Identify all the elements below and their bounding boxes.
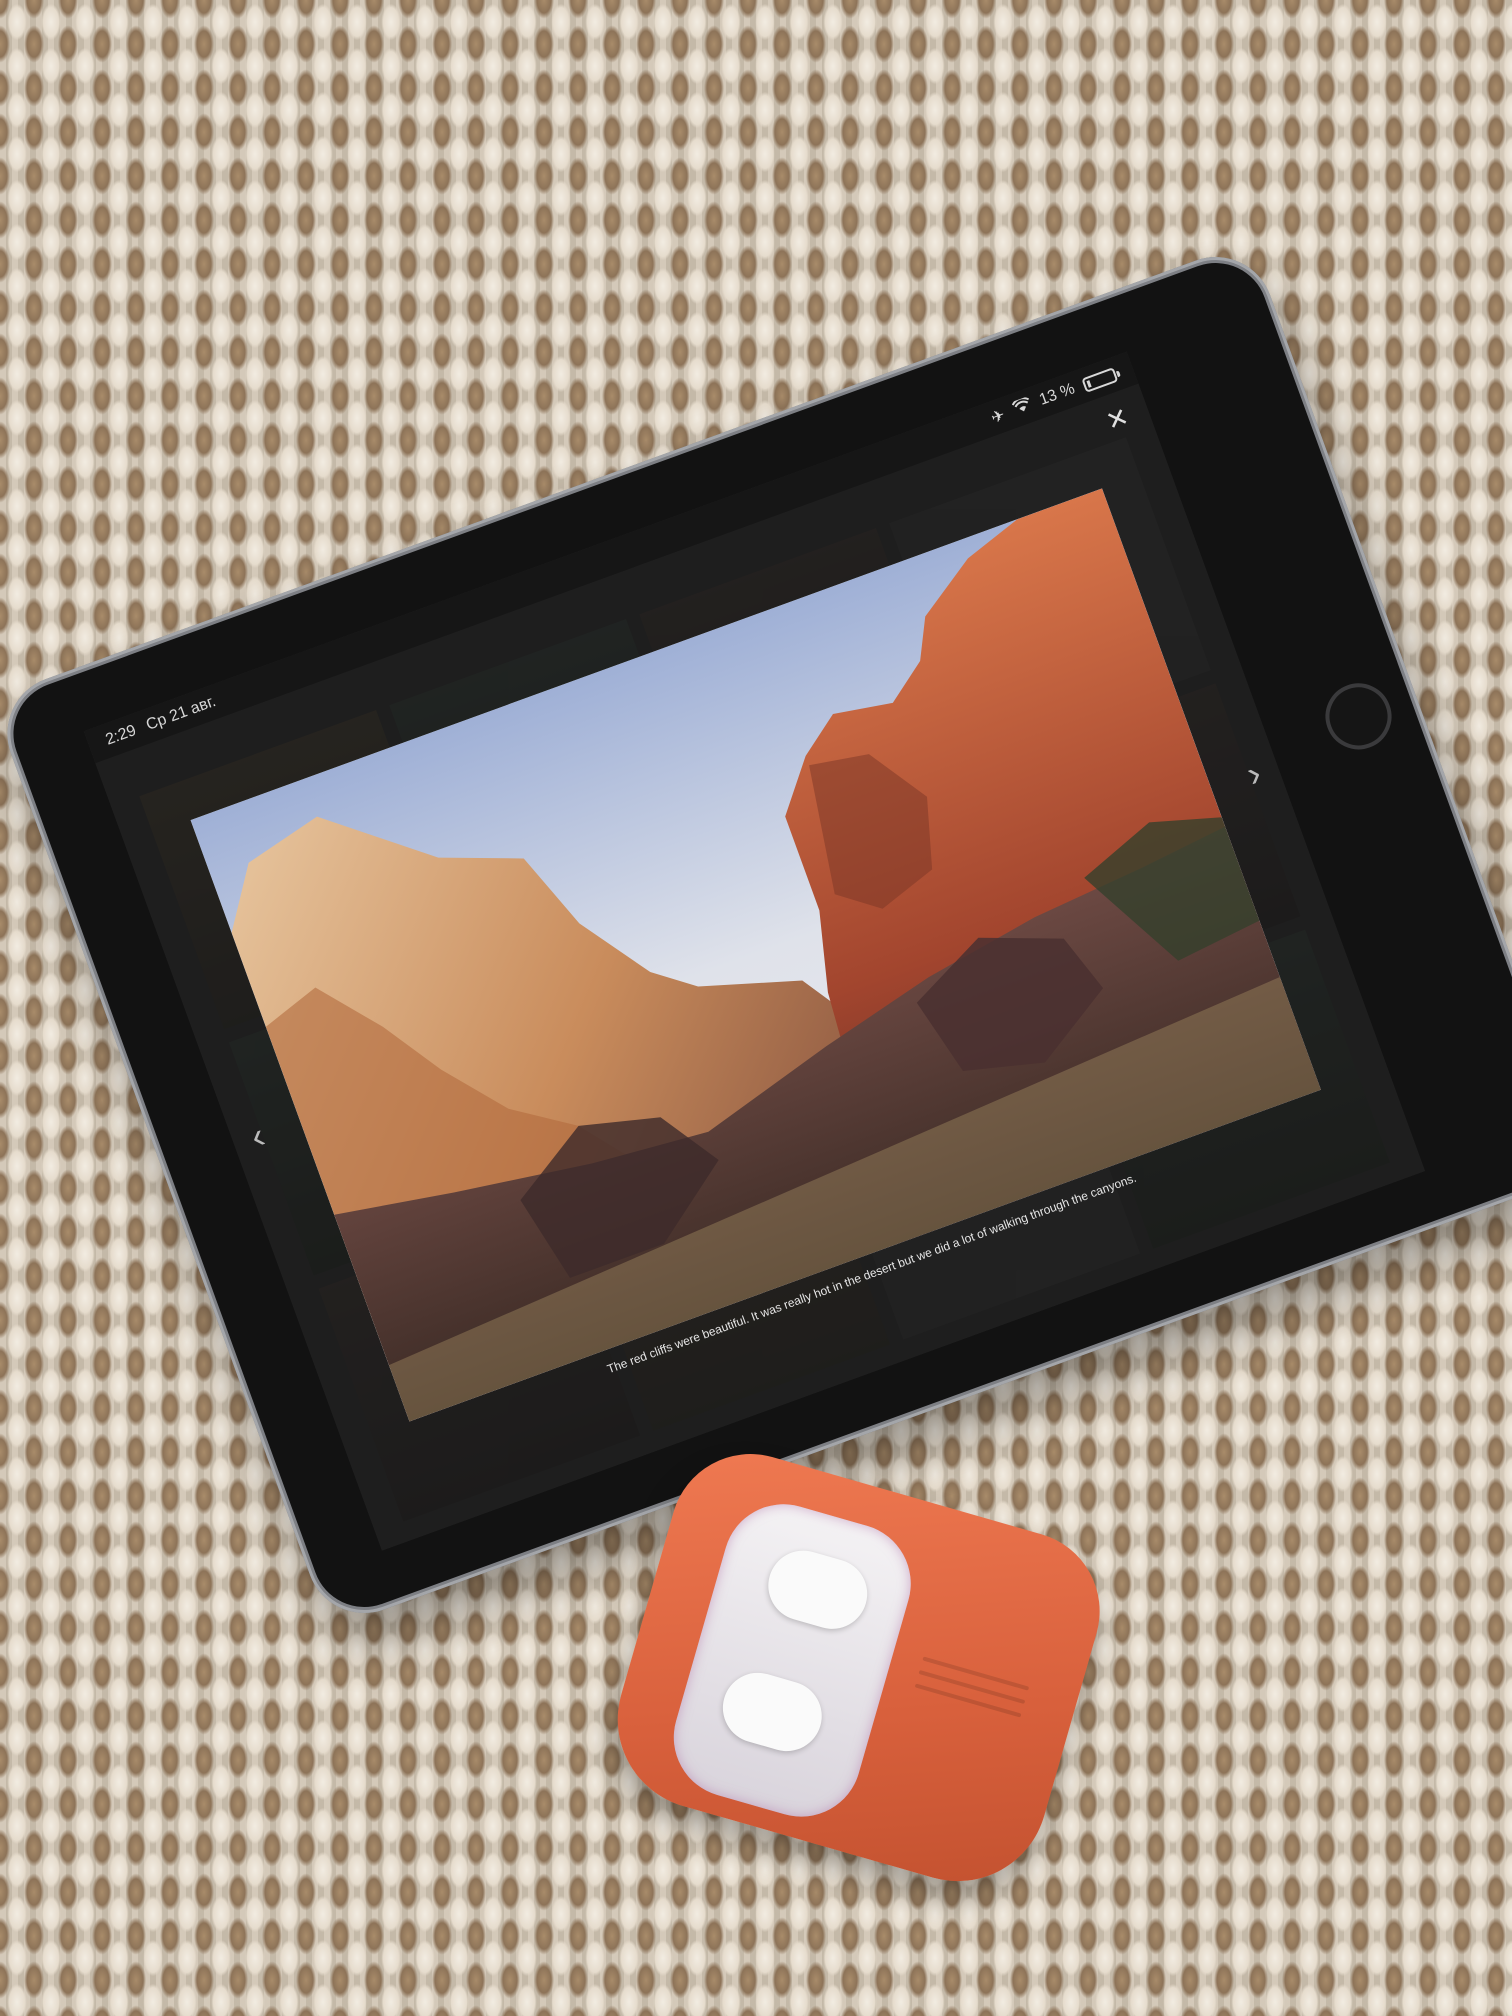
home-button[interactable] xyxy=(1316,674,1401,759)
status-time: 2:29 xyxy=(103,721,139,749)
airplane-mode-icon: ✈ xyxy=(989,406,1008,428)
airpod-earbud xyxy=(714,1664,831,1760)
airpods-case xyxy=(585,1435,1119,1941)
canyon-photo xyxy=(190,488,1321,1422)
battery-icon xyxy=(1081,366,1119,393)
tablet-bezel: 2:29 Ср 21 авг. ✈ 13 % ✕ ‹ › The red cli… xyxy=(0,248,1512,1622)
wifi-icon xyxy=(1011,396,1034,420)
tablet-screen: 2:29 Ср 21 авг. ✈ 13 % ✕ ‹ › The red cli… xyxy=(83,351,1426,1551)
tablet-device: 2:29 Ср 21 авг. ✈ 13 % ✕ ‹ › The red cli… xyxy=(0,240,1512,1630)
battery-percent: 13 % xyxy=(1036,380,1078,409)
lightbox-photo[interactable] xyxy=(190,488,1321,1422)
airpod-earbud xyxy=(760,1542,876,1638)
